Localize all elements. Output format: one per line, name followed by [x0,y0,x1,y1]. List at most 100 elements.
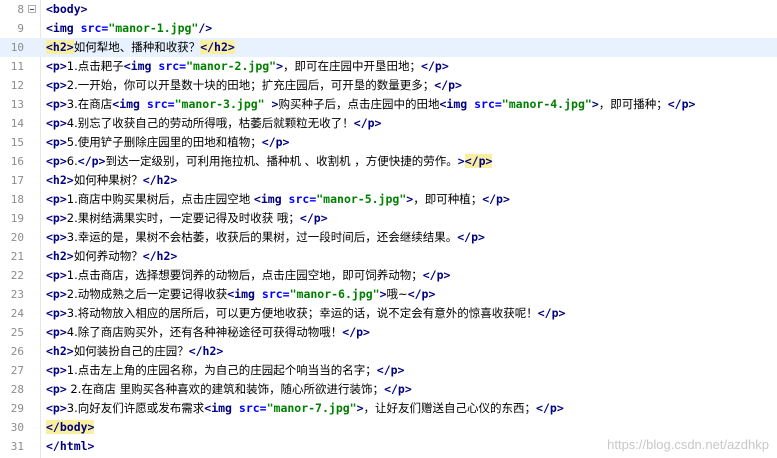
code-line-18[interactable]: 18 <p>1.商店中购买果树后，点击庄园空地 <img src="manor-5… [0,190,777,209]
text-token: ，即可种植； [413,192,483,206]
tag-token: <p> [46,211,67,225]
text-token: 2.在商店 里购买各种喜欢的建筑和装饰，随心所欲进行装饰； [66,382,385,396]
text-token: 4.除了商店购买外，还有各种神秘途径可获得动物哦！ [66,325,343,339]
tag-token: </p> [667,97,696,111]
line-number: 11 [10,60,24,73]
tag-token: <img [46,21,81,35]
code-line-21[interactable]: 21 <h2>如何养动物？</h2> [0,247,777,266]
tag-token: </p> [422,268,451,282]
tag-token: </p> [299,211,328,225]
code-line-25[interactable]: 25 <p>4.除了商店购买外，还有各种神秘途径可获得动物哦！</p> [0,323,777,342]
text-token: 4.别忘了收获自己的劳动所得哦，枯萎后就颗粒无收了！ [66,116,354,130]
code-line-11[interactable]: 11 <p>1.点击耙子<img src="manor-2.jpg">，即可在庄园… [0,57,777,76]
code-line-10[interactable]: 10 <h2>如何犁地、播种和收获？</h2> [0,38,777,57]
line-number: 15 [10,136,24,149]
line-number: 22 [10,269,24,282]
val-token: "manor-5.jpg" [316,192,407,206]
tag-token: <p> [46,230,67,244]
code-line-9[interactable]: 9 <img src="manor-1.jpg"/> [0,19,777,38]
tag-token: > [457,154,465,168]
text-token: 3.将动物放入相应的居所后，可以更方便地收获；幸运的话，说不定会有意外的惊喜收获… [66,306,538,320]
line-number: 10 [10,41,24,54]
tag-token: <h2> [46,249,74,263]
tag-token: <body> [46,2,88,16]
code-line-8[interactable]: 8 <body> [0,0,777,19]
code-line-24[interactable]: 24 <p>3.将动物放入相应的居所后，可以更方便地收获；幸运的话，说不定会有意外… [0,304,777,323]
tag-token: </p> [482,192,510,206]
tag-token: <img [123,59,159,73]
code-line-19[interactable]: 19 <p>2.果树结满果实时，一定要记得及时收获 哦；</p> [0,209,777,228]
tag-token: <p> [46,363,67,377]
fold-toggle-icon[interactable] [28,5,36,13]
code-text: </body> [46,418,95,437]
line-number: 25 [10,326,24,339]
text-token: 3.向好友们许愿或发布需求 [66,401,205,415]
code-text: <p> 2.在商店 里购买各种喜欢的建筑和装饰，随心所欲进行装饰；</p> [46,380,412,399]
text-token: 1.点击左上角的庄园名称，为自己的庄园起个响当当的名字； [66,363,377,377]
code-text: <h2>如何种果树？</h2> [46,171,177,190]
tag-token: <img [253,192,289,206]
tag-token: <h2> [46,344,74,358]
code-line-15[interactable]: 15 <p>5.使用铲子删除庄园里的田地和植物；</p> [0,133,777,152]
line-number: 13 [10,98,24,111]
code-line-29[interactable]: 29 <p>3.向好友们许愿或发布需求<img src="manor-7.jpg"… [0,399,777,418]
code-line-22[interactable]: 22 <p>1.点击商店，选择想要饲养的动物后，点击庄园空地，即可饲养动物；</p… [0,266,777,285]
tag-token: > [379,287,387,301]
text-token: 如何装扮自己的庄园？ [73,344,189,358]
line-number: 26 [10,345,24,358]
code-text: <p>3.在商店<img src="manor-3.jpg" >购买种子后，点击… [46,95,695,114]
code-line-23[interactable]: 23 <p>2.动物成熟之后一定要记得收获<img src="manor-6.jp… [0,285,777,304]
tag-token: <h2> [46,173,74,187]
line-number: 31 [10,440,24,453]
text-token: ，即可在庄园中开垦田地； [283,59,422,73]
line-number: 14 [10,117,24,130]
line-number: 30 [10,421,24,434]
code-line-14[interactable]: 14 <p>4.别忘了收获自己的劳动所得哦，枯萎后就颗粒无收了！</p> [0,114,777,133]
code-text: <p>3.幸运的是，果树不会枯萎，收获后的果树，过一段时间后，还会继续结果。</… [46,228,485,247]
code-line-28[interactable]: 28 <p> 2.在商店 里购买各种喜欢的建筑和装饰，随心所欲进行装饰；</p> [0,380,777,399]
code-line-17[interactable]: 17 <h2>如何种果树？</h2> [0,171,777,190]
attr-token: src= [80,21,109,35]
text-token: 2.动物成熟之后一定要记得收获 [66,287,228,301]
attr-token: src= [474,97,502,111]
val-token: "manor-6.jpg" [289,287,380,301]
line-number: 24 [10,307,24,320]
val-token: "manor-1.jpg" [108,21,199,35]
tag-token: <p> [46,78,67,92]
code-text: <h2>如何装扮自己的庄园？</h2> [46,342,223,361]
code-line-30[interactable]: 30 </body> [0,418,777,437]
line-number: 19 [10,212,24,225]
text-token: 哦~ [386,287,408,301]
code-text: <img src="manor-1.jpg"/> [46,19,212,38]
code-text: <body> [46,0,88,19]
code-line-26[interactable]: 26 <h2>如何装扮自己的庄园？</h2> [0,342,777,361]
tag-token: </p> [464,154,493,168]
tag-token: > [276,59,284,73]
code-editor[interactable]: 8 <body> 9 <img src="manor-1.jpg"/> 10 <h2>如何… [0,0,777,458]
line-number: 28 [10,383,24,396]
line-number: 20 [10,231,24,244]
code-line-12[interactable]: 12 <p>2.一开始，你可以开垦数十块的田地；扩充庄园后，可开垦的数量更多；</… [0,76,777,95]
line-number: 17 [10,174,24,187]
code-text: </html> [46,437,94,456]
text-token: ，即可播种； [598,97,668,111]
text-token: 购买种子后，点击庄园中的田地 [278,97,440,111]
tag-token: <p> [46,268,67,282]
code-line-27[interactable]: 27 <p>1.点击左上角的庄园名称，为自己的庄园起个响当当的名字；</p> [0,361,777,380]
code-line-16[interactable]: 16 <p>6.</p>到达一定级别，可利用拖拉机、播种机 、收割机 ，方便快捷的… [0,152,777,171]
text-token: 1.点击耙子 [66,59,124,73]
text-token: 5.使用铲子删除庄园里的田地和植物； [66,135,262,149]
tag-token: </p> [261,135,290,149]
tag-token: </p> [434,78,462,92]
code-text: <p>4.别忘了收获自己的劳动所得哦，枯萎后就颗粒无收了！</p> [46,114,381,133]
code-line-20[interactable]: 20 <p>3.幸运的是，果树不会枯萎，收获后的果树，过一段时间后，还会继续结果。… [0,228,777,247]
attr-token: src= [288,192,317,206]
val-token: "manor-2.jpg" [186,59,277,73]
tag-token: </p> [376,363,405,377]
code-line-13[interactable]: 13 <p>3.在商店<img src="manor-3.jpg" >购买种子后，… [0,95,777,114]
tag-token: </p> [342,325,370,339]
line-number: 18 [10,193,24,206]
tag-token: </p> [407,287,436,301]
tag-token: </p> [353,116,382,130]
text-token: 如何犁地、播种和收获？ [73,40,201,54]
